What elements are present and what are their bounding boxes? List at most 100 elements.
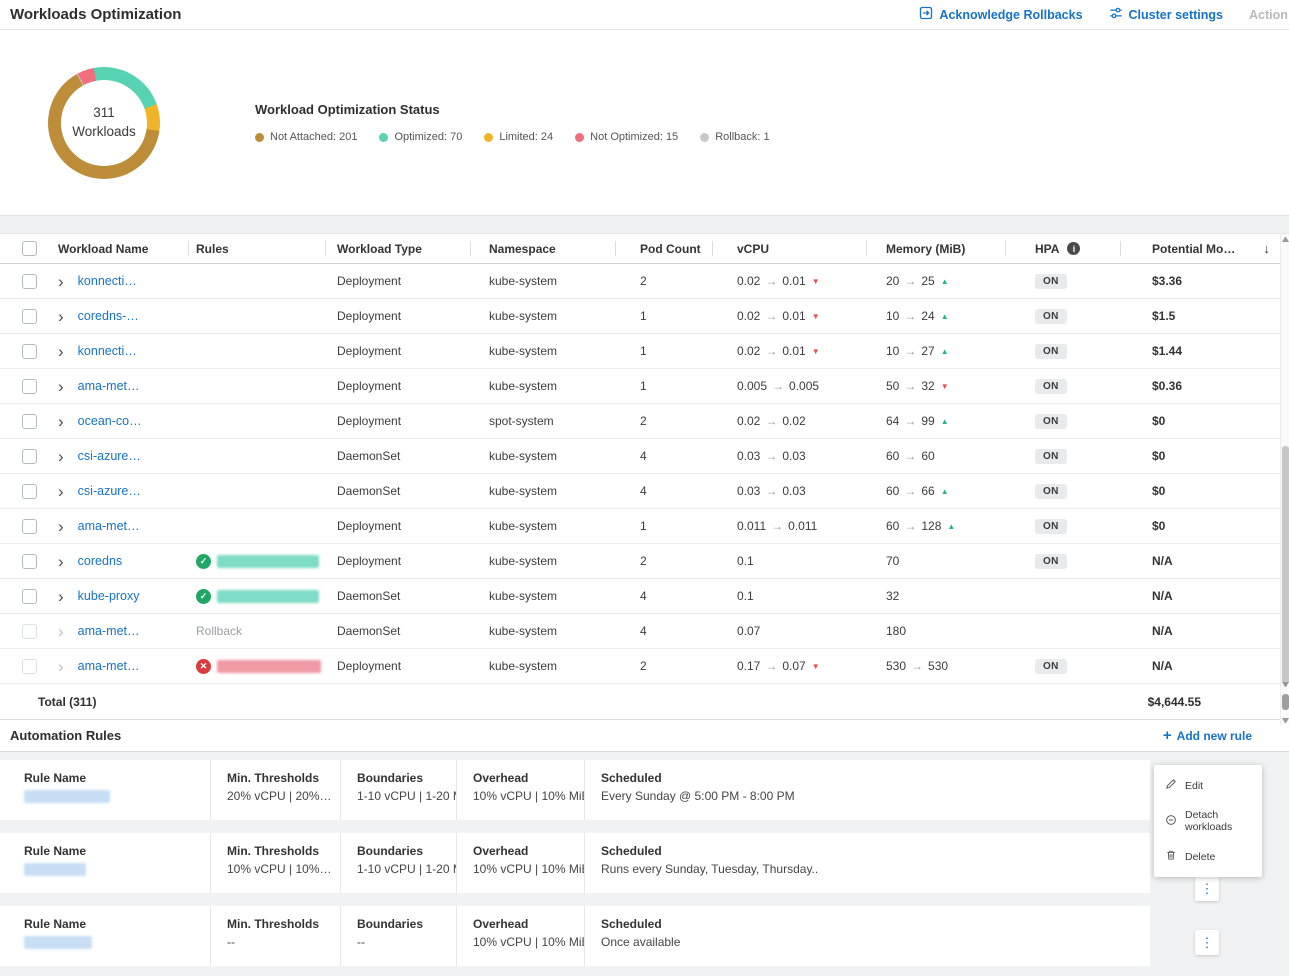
hpa-on-badge: ON: [1035, 554, 1067, 569]
col-potential-monthly[interactable]: Potential Mo… ↓: [1120, 234, 1289, 263]
row-expand-chevron[interactable]: ›: [58, 483, 64, 500]
vcpu-cell: 0.02→0.01▼: [712, 299, 866, 333]
row-expand-chevron[interactable]: ›: [58, 273, 64, 290]
col-workload-name[interactable]: Workload Name: [50, 234, 188, 263]
workloads-count: 311: [93, 104, 115, 122]
rule-kebab-menu[interactable]: ⋮: [1195, 930, 1219, 955]
workload-name-link[interactable]: csi-azure…: [78, 449, 141, 463]
namespace-cell: kube-system: [470, 544, 615, 578]
col-vcpu[interactable]: vCPU: [712, 234, 866, 263]
col-namespace[interactable]: Namespace: [470, 234, 615, 263]
workload-type-cell: Deployment: [325, 299, 470, 333]
table-scrollbar[interactable]: [1280, 234, 1289, 690]
col-rules[interactable]: Rules: [188, 234, 325, 263]
row-expand-chevron[interactable]: ›: [58, 343, 64, 360]
menu-item-delete[interactable]: Delete: [1154, 841, 1262, 872]
total-row-scrollbar[interactable]: [1280, 692, 1289, 725]
row-checkbox[interactable]: [22, 344, 37, 359]
row-checkbox[interactable]: [22, 274, 37, 289]
trend-down-icon: ▼: [941, 382, 949, 391]
hpa-cell: ON: [1005, 299, 1120, 333]
workload-name-link[interactable]: konnecti…: [78, 274, 137, 288]
row-expand-chevron[interactable]: ›: [58, 308, 64, 325]
automation-rules-list: Rule NameMin. Thresholds20% vCPU | 20%…B…: [0, 752, 1289, 976]
scrollbar-thumb[interactable]: [1282, 446, 1289, 684]
potential-cell: N/A: [1120, 544, 1289, 578]
workload-name-link[interactable]: ama-met…: [78, 379, 140, 393]
select-all-checkbox[interactable]: [22, 241, 37, 256]
scroll-up-arrow[interactable]: [1282, 237, 1289, 242]
row-checkbox[interactable]: [22, 309, 37, 324]
hpa-info-icon[interactable]: i: [1067, 242, 1080, 255]
rule-kebab-menu[interactable]: ⋮: [1195, 876, 1219, 901]
col-pod-count[interactable]: Pod Count: [615, 234, 712, 263]
scroll-down-arrow[interactable]: [1282, 682, 1289, 687]
workload-name-link[interactable]: konnecti…: [78, 344, 137, 358]
row-checkbox[interactable]: [22, 624, 37, 639]
table-row: ›csi-azure…DaemonSetkube-system40.03→0.0…: [0, 474, 1289, 509]
vcpu-cell: 0.02→0.01▼: [712, 264, 866, 298]
workload-name-link[interactable]: csi-azure…: [78, 484, 141, 498]
change-arrow-icon: →: [765, 274, 777, 288]
row-expand-chevron[interactable]: ›: [58, 448, 64, 465]
menu-item-edit[interactable]: Edit: [1154, 770, 1262, 801]
row-expand-chevron[interactable]: ›: [58, 623, 64, 640]
cluster-settings-button[interactable]: Cluster settings: [1109, 6, 1223, 23]
memory-cell: 50→32▼: [866, 369, 1005, 403]
potential-cell: N/A: [1120, 649, 1289, 683]
summary-card: 311 Workloads Workload Optimization Stat…: [0, 30, 1289, 216]
scrollbar-thumb[interactable]: [1282, 694, 1289, 710]
vcpu-cell: 0.011→0.011: [712, 509, 866, 543]
table-row: ›csi-azure…DaemonSetkube-system40.03→0.0…: [0, 439, 1289, 474]
namespace-cell: kube-system: [470, 334, 615, 368]
workload-name-link[interactable]: coredns-…: [78, 309, 139, 323]
table-row: ›konnecti…Deploymentkube-system10.02→0.0…: [0, 334, 1289, 369]
row-expand-chevron[interactable]: ›: [58, 553, 64, 570]
row-expand-chevron[interactable]: ›: [58, 588, 64, 605]
row-expand-chevron[interactable]: ›: [58, 658, 64, 675]
total-value: $4,644.55: [1148, 695, 1201, 709]
row-checkbox[interactable]: [22, 484, 37, 499]
workload-name-link[interactable]: ocean-co…: [78, 414, 142, 428]
add-new-rule-button[interactable]: + Add new rule: [1163, 728, 1252, 743]
col-workload-type[interactable]: Workload Type: [325, 234, 470, 263]
row-checkbox[interactable]: [22, 554, 37, 569]
row-checkbox[interactable]: [22, 414, 37, 429]
workload-name-link[interactable]: ama-met…: [78, 519, 140, 533]
col-hpa[interactable]: HPA i: [1005, 234, 1120, 263]
memory-cell: 20→25▲: [866, 264, 1005, 298]
change-arrow-icon: →: [904, 484, 916, 498]
table-row: ›kube-proxy✓DaemonSetkube-system40.132N/…: [0, 579, 1289, 614]
acknowledge-rollbacks-button[interactable]: Acknowledge Rollbacks: [919, 6, 1082, 23]
workload-name-link[interactable]: kube-proxy: [78, 589, 140, 603]
trend-up-icon: ▲: [941, 487, 949, 496]
col-memory[interactable]: Memory (MiB): [866, 234, 1005, 263]
row-checkbox[interactable]: [22, 379, 37, 394]
change-arrow-icon: →: [765, 309, 777, 323]
automation-rule-row: Rule NameMin. Thresholds10% vCPU | 10%…B…: [0, 833, 1150, 893]
redacted-rule-name: [24, 936, 92, 949]
row-checkbox[interactable]: [22, 449, 37, 464]
potential-cell: $0: [1120, 474, 1289, 508]
workload-name-link[interactable]: coredns: [78, 554, 122, 568]
legend-title: Workload Optimization Status: [255, 102, 770, 117]
row-expand-chevron[interactable]: ›: [58, 518, 64, 535]
sort-desc-icon[interactable]: ↓: [1263, 241, 1270, 256]
row-checkbox[interactable]: [22, 519, 37, 534]
row-checkbox[interactable]: [22, 659, 37, 674]
row-checkbox[interactable]: [22, 589, 37, 604]
hpa-cell: ON: [1005, 404, 1120, 438]
workload-type-cell: Deployment: [325, 264, 470, 298]
workload-name-link[interactable]: ama-met…: [78, 659, 140, 673]
workload-type-cell: Deployment: [325, 509, 470, 543]
scroll-down-arrow[interactable]: [1282, 718, 1289, 723]
workload-name-link[interactable]: ama-met…: [78, 624, 140, 638]
row-expand-chevron[interactable]: ›: [58, 378, 64, 395]
row-expand-chevron[interactable]: ›: [58, 413, 64, 430]
trend-down-icon: ▼: [812, 277, 820, 286]
min-thresholds-value: 20% vCPU | 20%…: [227, 789, 332, 803]
menu-item-detach-workloads[interactable]: Detach workloads: [1154, 801, 1262, 841]
status-legend: Not Attached: 201Optimized: 70Limited: 2…: [255, 131, 770, 143]
rules-cell: [188, 264, 325, 298]
workload-type-cell: DaemonSet: [325, 474, 470, 508]
